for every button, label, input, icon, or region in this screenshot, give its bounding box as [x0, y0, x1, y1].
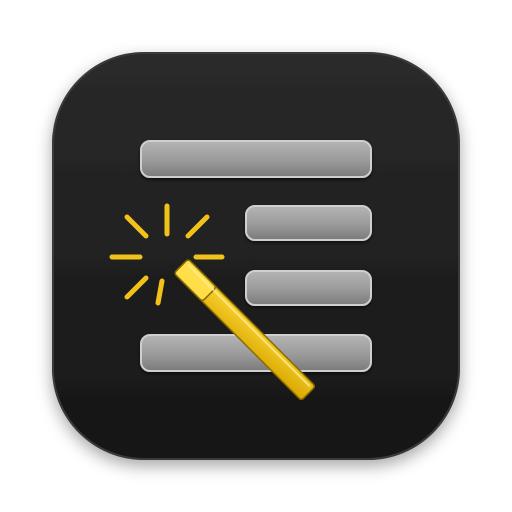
app-icon	[52, 52, 460, 460]
app-icon-canvas	[0, 0, 512, 512]
text-line-2	[245, 205, 372, 241]
text-line-1	[140, 140, 372, 178]
text-line-3	[245, 270, 372, 306]
